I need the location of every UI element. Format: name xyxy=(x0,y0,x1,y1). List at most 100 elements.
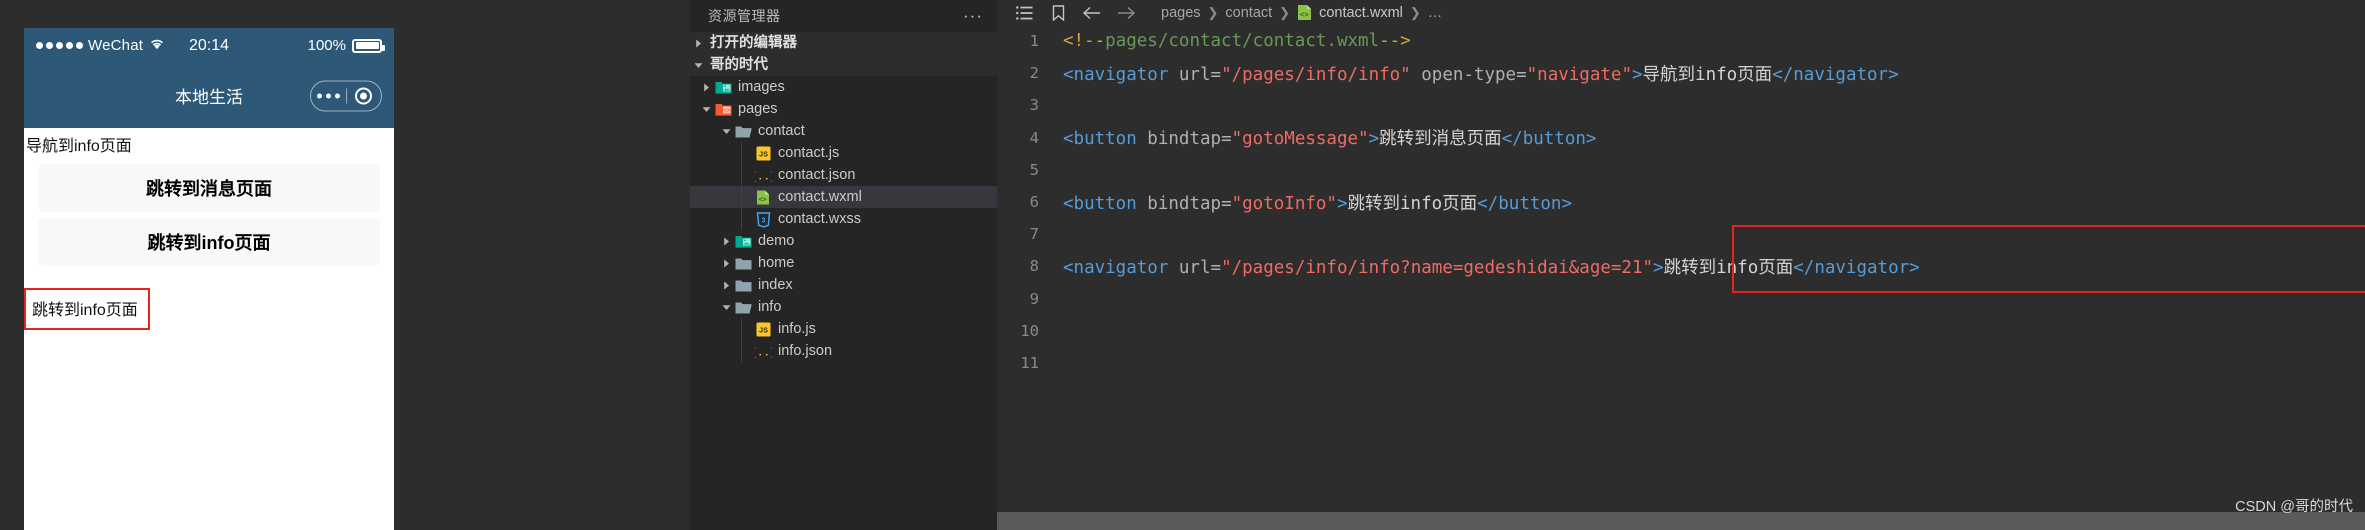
tree-item-contact-json[interactable]: {..} contact.json xyxy=(690,164,997,186)
more-actions-icon[interactable]: ··· xyxy=(963,7,983,24)
breadcrumb-separator-2: ❯ xyxy=(1279,4,1291,20)
tree-item-info-js[interactable]: JS info.js xyxy=(690,318,997,340)
button-goto-info[interactable]: 跳转到info页面 xyxy=(38,218,380,266)
tree-item-label: info.json xyxy=(778,343,833,359)
tree-item-contact-js[interactable]: JS contact.js xyxy=(690,142,997,164)
tree-item-label: contact.js xyxy=(778,145,840,161)
indent-guide xyxy=(741,340,742,362)
code-line-text: <button bindtap="gotoInfo">跳转到info页面</bu… xyxy=(1045,190,1572,215)
button-goto-message[interactable]: 跳转到消息页面 xyxy=(38,164,380,212)
code-line[interactable]: 5 xyxy=(997,154,2365,186)
token-attr: open-type xyxy=(1410,64,1517,85)
tree-item-label: contact.wxml xyxy=(778,189,862,205)
twisty-icon[interactable] xyxy=(718,303,734,312)
section-label: 打开的编辑器 xyxy=(710,35,797,51)
battery-percent-label: 100% xyxy=(307,37,346,54)
close-target-icon[interactable] xyxy=(347,87,382,104)
code-area[interactable]: 1 <!--pages/contact/contact.wxml--> 2 <navi… xyxy=(997,25,2365,530)
navigator-link-info[interactable]: 导航到info页面 xyxy=(24,128,394,158)
svg-text:{..}: {..} xyxy=(755,169,772,182)
token-tag: > xyxy=(1631,64,1643,85)
token-tag: > xyxy=(1336,193,1348,214)
twisty-icon[interactable] xyxy=(718,127,734,136)
svg-text:JS: JS xyxy=(759,325,768,334)
watermark-label: CSDN @哥的时代 xyxy=(2235,499,2353,515)
code-line-text: <navigator url="/pages/info/info?name=ge… xyxy=(1045,254,1920,279)
wechat-capsule-button[interactable] xyxy=(310,80,382,111)
line-number: 2 xyxy=(1029,64,1039,83)
indent-guide xyxy=(741,318,742,340)
token-str: "gotoMessage" xyxy=(1231,129,1369,150)
phone-frame: WeChat 20:14 100% 本地生活 导航到info页面 跳转到消息页面… xyxy=(24,28,394,530)
wxml-file-icon: <> xyxy=(1297,4,1312,21)
tree-item-info[interactable]: info xyxy=(690,296,997,318)
indent-guide xyxy=(741,208,742,230)
tree-item-label: index xyxy=(758,277,793,293)
app-root: WeChat 20:14 100% 本地生活 导航到info页面 跳转到消息页面… xyxy=(0,0,2365,530)
tree-item-info-json[interactable]: {..} info.json xyxy=(690,340,997,362)
tree-item-home[interactable]: home xyxy=(690,252,997,274)
line-number: 8 xyxy=(1029,257,1039,276)
token-tag: </button> xyxy=(1477,193,1572,214)
token-tag: </button> xyxy=(1501,129,1597,150)
breadcrumb-separator-1: ❯ xyxy=(1207,4,1219,20)
line-number: 6 xyxy=(1029,193,1039,212)
twisty-icon[interactable] xyxy=(718,259,734,268)
json-icon: {..} xyxy=(754,167,773,184)
outline-list-icon[interactable] xyxy=(1007,5,1041,20)
folder-icon xyxy=(734,277,753,294)
token-str: "/pages/info/info?name=gedeshidai&age=21… xyxy=(1221,257,1654,278)
line-number: 4 xyxy=(1029,128,1039,147)
code-line[interactable]: 1 <!--pages/contact/contact.wxml--> xyxy=(997,25,2365,57)
code-line[interactable]: 3 xyxy=(997,89,2365,121)
code-line[interactable]: 9 xyxy=(997,283,2365,315)
folder-icon xyxy=(734,255,753,272)
twisty-icon[interactable] xyxy=(698,105,714,114)
tree-item-images[interactable]: images xyxy=(690,76,997,98)
tree-item-label: info.js xyxy=(778,321,816,337)
status-bar-right: 100% xyxy=(307,37,385,54)
explorer-section-project-root[interactable]: 哥的时代 xyxy=(690,54,997,76)
tree-item-label: contact.wxss xyxy=(778,211,861,227)
tree-item-pages[interactable]: <> pages xyxy=(690,98,997,120)
twisty-icon[interactable] xyxy=(690,39,706,48)
bookmark-icon[interactable] xyxy=(1041,4,1075,21)
tree-item-demo[interactable]: demo xyxy=(690,230,997,252)
carrier-label: WeChat xyxy=(88,37,144,54)
code-line[interactable]: 4 <button bindtap="gotoMessage">跳转到消息页面</… xyxy=(997,122,2365,154)
code-line[interactable]: 10 xyxy=(997,315,2365,347)
breadcrumb-filename[interactable]: contact.wxml xyxy=(1319,5,1403,21)
code-line[interactable]: 2 <navigator url="/pages/info/info" open-… xyxy=(997,57,2365,89)
tree-item-contact[interactable]: contact xyxy=(690,120,997,142)
navigate-back-icon[interactable] xyxy=(1075,6,1109,20)
token-txt: 跳转到消息页面 xyxy=(1379,129,1502,150)
twisty-icon[interactable] xyxy=(718,281,734,290)
breadcrumb-pages[interactable]: pages xyxy=(1161,5,1201,21)
twisty-icon[interactable] xyxy=(718,237,734,246)
simulator-panel: WeChat 20:14 100% 本地生活 导航到info页面 跳转到消息页面… xyxy=(0,0,690,530)
breadcrumb-symbol-ellipsis[interactable]: … xyxy=(1428,5,1443,21)
explorer-section-open-editors[interactable]: 打开的编辑器 xyxy=(690,32,997,54)
tree-item-label: contact.json xyxy=(778,167,856,183)
folder-open-icon xyxy=(734,123,753,140)
tree-item-contact-wxml[interactable]: <> contact.wxml xyxy=(690,186,997,208)
tree-item-contact-wxss[interactable]: 3 contact.wxss xyxy=(690,208,997,230)
folder-open-icon xyxy=(734,299,753,316)
battery-icon xyxy=(352,38,385,53)
line-number: 10 xyxy=(1020,321,1039,340)
code-line[interactable]: 8 <navigator url="/pages/info/info?name=g… xyxy=(997,250,2365,282)
code-line[interactable]: 11 xyxy=(997,347,2365,379)
tree-item-label: info xyxy=(758,299,782,315)
breadcrumb-contact[interactable]: contact xyxy=(1225,5,1272,21)
navigator-link-info-with-params[interactable]: 跳转到info页面 xyxy=(24,288,150,330)
twisty-icon[interactable] xyxy=(690,61,706,70)
folder-img-icon xyxy=(714,79,733,96)
code-line[interactable]: 7 xyxy=(997,218,2365,250)
token-eq: = xyxy=(1221,129,1232,150)
tree-item-index[interactable]: index xyxy=(690,274,997,296)
twisty-icon[interactable] xyxy=(698,83,714,92)
more-dots-icon[interactable] xyxy=(311,93,346,98)
code-line[interactable]: 6 <button bindtap="gotoInfo">跳转到info页面</b… xyxy=(997,186,2365,218)
file-tree[interactable]: 打开的编辑器 哥的时代 images <> pages contact JS contact.… xyxy=(690,32,997,530)
navigate-forward-icon[interactable] xyxy=(1109,6,1143,20)
